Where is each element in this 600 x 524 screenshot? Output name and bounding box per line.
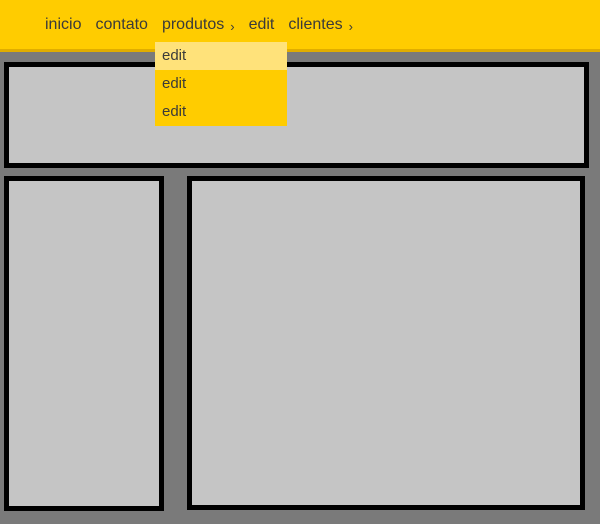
chevron-right-icon: ›	[230, 18, 235, 34]
nav-item-label: inicio	[45, 16, 82, 33]
dropdown-item-edit[interactable]: edit	[155, 98, 287, 126]
produtos-dropdown-menu: edit edit edit	[155, 42, 287, 126]
top-nav-bar: inicio contato produtos › edit clientes …	[0, 0, 600, 52]
main-menu: inicio contato produtos › edit clientes …	[45, 16, 367, 34]
nav-item-label: clientes	[288, 16, 343, 33]
nav-item-contato[interactable]: contato	[95, 16, 147, 34]
main-content-panel	[187, 176, 585, 510]
nav-item-clientes[interactable]: clientes ›	[288, 16, 353, 34]
nav-item-label: produtos	[161, 16, 225, 33]
nav-item-label: contato	[95, 16, 148, 33]
nav-item-produtos[interactable]: produtos ›	[162, 16, 235, 34]
chevron-right-icon: ›	[348, 18, 353, 34]
nav-item-inicio[interactable]: inicio	[45, 16, 81, 34]
sidebar-panel	[4, 176, 164, 511]
header-panel	[4, 62, 589, 168]
nav-item-label: edit	[248, 16, 275, 33]
nav-item-edit[interactable]: edit	[249, 16, 275, 34]
dropdown-item-edit[interactable]: edit	[155, 42, 287, 70]
dropdown-item-edit[interactable]: edit	[155, 70, 287, 98]
